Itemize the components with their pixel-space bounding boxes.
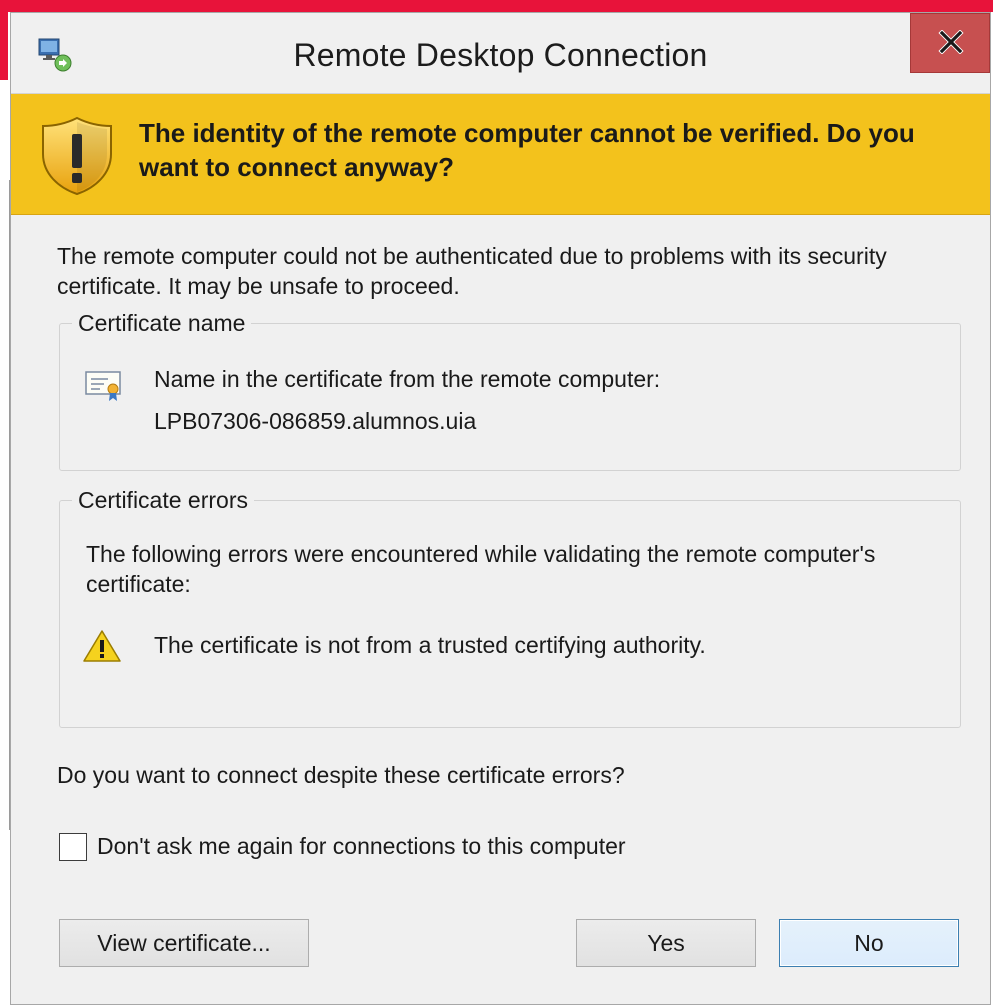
- certificate-errors-label: Certificate errors: [72, 485, 254, 515]
- view-certificate-button[interactable]: View certificate...: [59, 919, 309, 967]
- certificate-errors-group: Certificate errors The following errors …: [59, 485, 961, 728]
- certificate-errors-description: The following errors were encountered wh…: [86, 541, 876, 597]
- dont-ask-label[interactable]: Don't ask me again for connections to th…: [97, 831, 626, 861]
- warning-headline: The identity of the remote computer cann…: [139, 118, 915, 182]
- certificate-name-group: Certificate name Name in the certificate…: [59, 308, 961, 471]
- certificate-name-label: Certificate name: [72, 308, 252, 338]
- close-icon: [938, 30, 964, 54]
- remote-desktop-dialog: Remote Desktop Connection The identity o…: [10, 12, 991, 1005]
- intro-text: The remote computer could not be authent…: [57, 243, 887, 299]
- certificate-error-item: The certificate is not from a trusted ce…: [154, 632, 706, 658]
- no-button[interactable]: No: [779, 919, 959, 967]
- connect-question: Do you want to connect despite these cer…: [57, 762, 625, 788]
- certificate-name-caption: Name in the certificate from the remote …: [154, 366, 661, 392]
- certificate-name-value: LPB07306-086859.alumnos.uia: [154, 408, 477, 434]
- window-title: Remote Desktop Connection: [293, 37, 708, 73]
- yes-button[interactable]: Yes: [576, 919, 756, 967]
- certificate-icon: [84, 368, 124, 402]
- background-red-strip: [0, 0, 993, 12]
- warning-shield-icon: [37, 114, 117, 198]
- close-button[interactable]: [910, 13, 990, 73]
- dont-ask-checkbox[interactable]: [59, 833, 87, 861]
- warning-banner: The identity of the remote computer cann…: [11, 94, 990, 215]
- warning-triangle-icon: [82, 629, 122, 663]
- title-bar[interactable]: Remote Desktop Connection: [11, 13, 990, 94]
- background-red-edge: [0, 0, 8, 80]
